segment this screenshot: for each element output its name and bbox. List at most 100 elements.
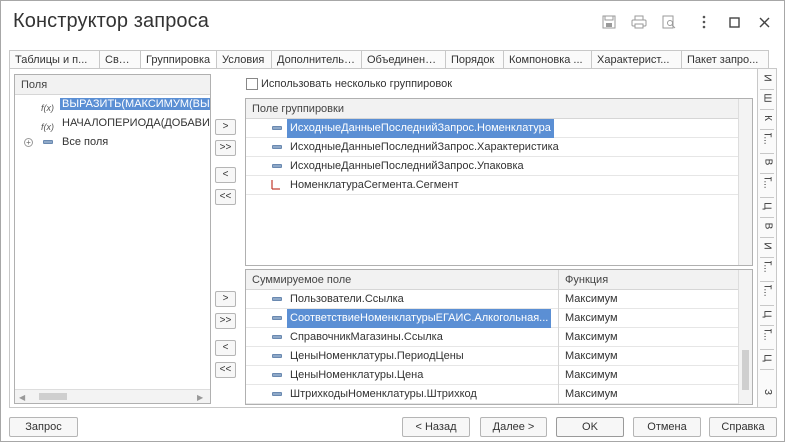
function-cell[interactable]: Максимум [565,290,618,309]
table-row[interactable]: ИсходныеДанныеПоследнийЗапрос.Номенклату… [246,119,752,138]
remove-all-button[interactable]: << [215,189,236,205]
table-row[interactable]: СправочникМагазины.Ссылка Максимум [246,328,752,347]
field-icon [272,126,282,130]
function-cell[interactable]: Максимум [565,347,618,366]
print-icon[interactable] [628,11,650,33]
side-tab[interactable]: И [758,73,776,87]
table-row[interactable]: ЦеныНоменклатуры.Цена Максимум [246,366,752,385]
side-tab[interactable]: В [758,221,776,235]
back-button[interactable]: < Назад [402,417,470,437]
side-tab[interactable]: Ц [758,309,776,323]
table-row[interactable]: ЦеныНоменклатуры.ПериодЦены Максимум [246,347,752,366]
function-cell[interactable]: Максимум [565,309,618,328]
vertical-scrollbar[interactable] [738,270,752,404]
relation-icon [271,180,280,190]
vertical-scrollbar[interactable] [738,99,752,265]
remove-one-button[interactable]: < [215,167,236,183]
help-button[interactable]: Справка [709,417,777,437]
side-tab[interactable]: Т... [758,177,776,195]
side-tab[interactable]: Т... [758,329,776,347]
tab-unions[interactable]: Объединени... [361,50,445,69]
scroll-thumb[interactable] [39,393,67,400]
side-tab[interactable]: К [758,113,776,127]
tree-item[interactable]: f(x) НАЧАЛОПЕРИОДА(ДОБАВИ [15,114,210,133]
fields-tree[interactable]: Поля f(x) ВЫРАЗИТЬ(МАКСИМУМ(ВЫ f(x) НАЧА… [14,74,211,404]
tree-item-label: Все поля [62,136,109,148]
grouping-field-cell: НоменклатураСегмента.Сегмент [290,179,459,191]
function-cell[interactable]: Максимум [565,385,618,404]
side-tab[interactable]: Т... [758,285,776,303]
side-tab[interactable]: Ц [758,201,776,215]
field-icon [272,373,282,377]
save-icon[interactable] [598,11,620,33]
grouping-field-cell: ИсходныеДанныеПоследнийЗапрос.Упаковка [290,160,524,172]
table-row[interactable]: СоответствиеНоменклатурыЕГАИС.Алкогольна… [246,309,752,328]
tab-characteristics[interactable]: Характерист... [591,50,681,69]
sum-move-all-button[interactable]: >> [215,313,236,329]
tab-composition[interactable]: Компоновка ... [503,50,591,69]
field-icon [272,392,282,396]
sum-remove-all-button[interactable]: << [215,362,236,378]
field-icon [43,140,53,144]
field-icon [272,145,282,149]
scroll-left-icon[interactable]: ◀ [19,393,25,402]
tab-links[interactable]: Связи [99,50,140,69]
grouping-fields-table[interactable]: Поле группировки ИсходныеДанныеПоследний… [245,98,753,266]
side-tab[interactable]: Ш [758,93,776,107]
ok-button[interactable]: OK [556,417,624,437]
table-row[interactable]: ИсходныеДанныеПоследнийЗапрос.Характерис… [246,138,752,157]
cancel-button[interactable]: Отмена [633,417,701,437]
tree-item[interactable]: + Все поля [15,133,210,152]
table-row[interactable]: НоменклатураСегмента.Сегмент [246,176,752,195]
table-row[interactable]: Пользователи.Ссылка Максимум [246,290,752,309]
more-icon[interactable] [693,11,715,33]
multiple-groupings-checkbox[interactable] [246,78,258,90]
field-icon [272,316,282,320]
sum-field-cell: СправочникМагазины.Ссылка [290,331,443,343]
field-icon [272,335,282,339]
next-button[interactable]: Далее > [480,417,547,437]
side-tab[interactable]: В [758,157,776,171]
close-icon[interactable] [753,11,775,33]
expand-plus-icon[interactable]: + [24,138,33,147]
function-cell[interactable]: Максимум [565,328,618,347]
grouping-field-cell: ИсходныеДанныеПоследнийЗапрос.Характерис… [290,141,559,153]
side-tab[interactable]: Ц [758,353,776,367]
side-tab[interactable]: Т... [758,261,776,279]
sum-remove-one-button[interactable]: < [215,340,236,356]
sum-field-cell: ЦеныНоменклатуры.Цена [290,369,424,381]
query-builder-window: Конструктор запроса Таблицы и п... Связи… [0,0,785,442]
tree-item-label: ВЫРАЗИТЬ(МАКСИМУМ(ВЫ [60,98,210,110]
side-tab[interactable]: Т... [758,133,776,151]
tree-item-label: НАЧАЛОПЕРИОДА(ДОБАВИ [62,117,210,129]
scroll-thumb[interactable] [742,350,749,390]
scroll-right-icon[interactable]: ▶ [197,393,203,402]
tab-batch[interactable]: Пакет запро... [681,50,769,69]
multiple-groupings-label: Использовать несколько группировок [261,78,453,90]
tab-advanced[interactable]: Дополнительно [271,50,361,69]
move-all-button[interactable]: >> [215,140,236,156]
tab-order[interactable]: Порядок [445,50,503,69]
table-row[interactable]: ШтрихкодыНоменклатуры.Штрихкод Максимум [246,385,752,404]
query-button[interactable]: Запрос [9,417,78,437]
table-row[interactable]: ИсходныеДанныеПоследнийЗапрос.Упаковка [246,157,752,176]
field-icon [272,297,282,301]
tab-tables[interactable]: Таблицы и п... [9,50,99,69]
tab-grouping[interactable]: Группировка [140,50,216,70]
sum-field-cell: СоответствиеНоменклатурыЕГАИС.Алкогольна… [287,309,552,328]
tab-conditions[interactable]: Условия [216,50,271,69]
tab-bar: Таблицы и п... Связи Группировка Условия… [9,50,769,70]
summed-fields-table[interactable]: Суммируемое поле Функция Пользователи.Сс… [245,269,753,405]
side-tab[interactable]: И [758,241,776,255]
maximize-icon[interactable] [723,11,745,33]
sum-move-one-button[interactable]: > [215,291,236,307]
horizontal-scrollbar[interactable]: ◀ ▶ [15,389,210,403]
grouping-field-cell: ИсходныеДанныеПоследнийЗапрос.Номенклату… [287,119,554,138]
move-one-button[interactable]: > [215,119,236,135]
grouping-column-header: Поле группировки [252,103,344,115]
tree-item[interactable]: f(x) ВЫРАЗИТЬ(МАКСИМУМ(ВЫ [15,95,210,114]
preview-icon[interactable] [658,11,680,33]
side-tab[interactable]: З [758,387,776,401]
function-cell[interactable]: Максимум [565,366,618,385]
sum-field-cell: Пользователи.Ссылка [290,293,404,305]
